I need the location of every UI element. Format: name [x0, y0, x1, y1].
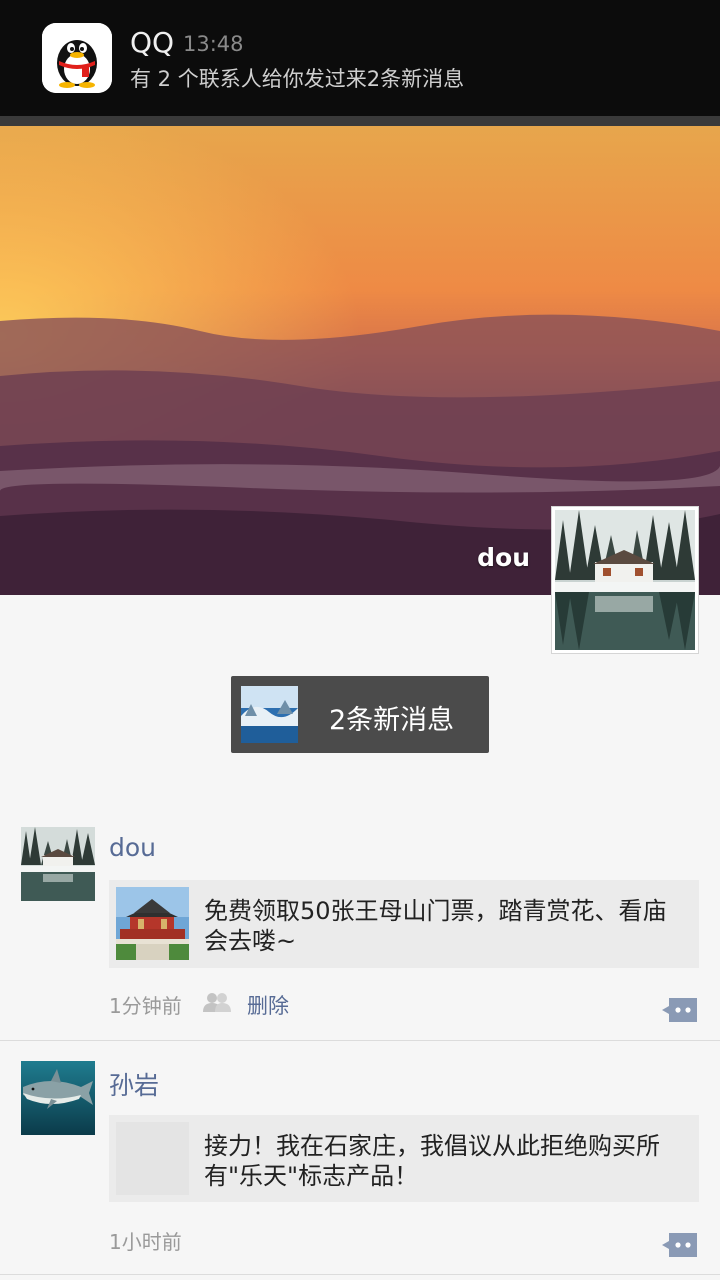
- post-avatar[interactable]: [21, 827, 95, 901]
- post-time: 1分钟前: [109, 994, 182, 1018]
- new-messages-button[interactable]: 2条新消息: [231, 676, 489, 753]
- shared-link-title: 免费领取50张王母山门票，踏青赏花、看庙会去喽~: [204, 897, 667, 955]
- shared-link-thumbnail: [116, 1122, 189, 1195]
- cover-avatar[interactable]: [551, 506, 699, 654]
- new-messages-avatar: [241, 686, 298, 743]
- post-divider: [0, 1040, 720, 1041]
- shared-link-card[interactable]: 免费领取50张王母山门票，踏青赏花、看庙会去喽~: [109, 880, 699, 968]
- notification-bar[interactable]: QQ 13:48 有 2 个联系人给你发过来2条新消息: [0, 0, 720, 116]
- post-author-name[interactable]: 孙岩: [109, 1066, 159, 1102]
- notification-shadow: [0, 116, 720, 126]
- notification-time: 13:48: [183, 32, 244, 56]
- post-author-name[interactable]: dou: [109, 833, 156, 862]
- friends-icon: [203, 992, 231, 1012]
- shared-link-card[interactable]: 接力！我在石家庄，我倡议从此拒绝购买所有"乐天"标志产品！: [109, 1115, 699, 1202]
- cover-user-name: dou: [477, 543, 530, 572]
- qq-penguin-icon: [42, 23, 112, 93]
- shared-link-title: 接力！我在石家庄，我倡议从此拒绝购买所有"乐天"标志产品！: [204, 1132, 660, 1190]
- post-divider: [0, 1274, 720, 1275]
- new-messages-label: 2条新消息: [329, 705, 455, 736]
- comment-icon[interactable]: [661, 1231, 699, 1259]
- notification-app-name: QQ: [130, 26, 175, 59]
- delete-post-link[interactable]: 删除: [247, 990, 289, 1020]
- comment-icon[interactable]: [661, 996, 699, 1024]
- post-time: 1小时前: [109, 1230, 182, 1254]
- shared-link-thumbnail: [116, 887, 189, 960]
- notification-text: 有 2 个联系人给你发过来2条新消息: [130, 67, 465, 91]
- post-avatar[interactable]: [21, 1061, 95, 1135]
